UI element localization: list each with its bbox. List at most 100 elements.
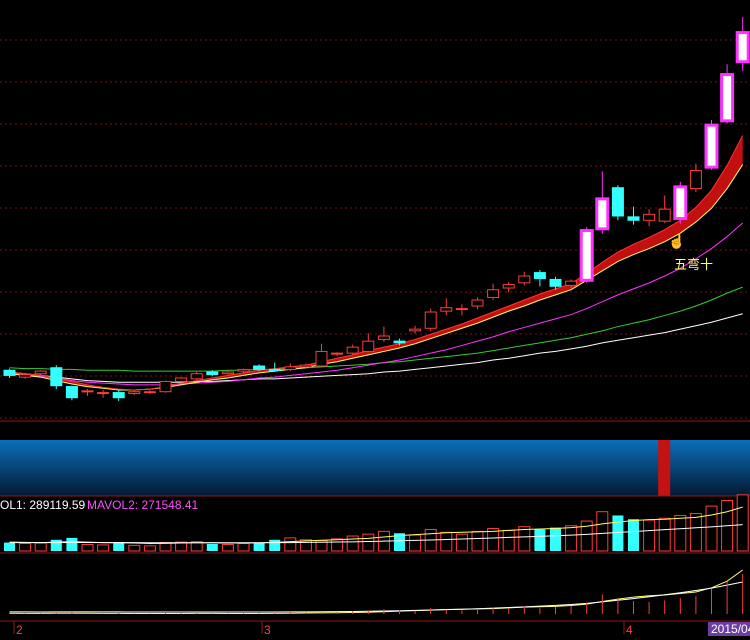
candle-body bbox=[611, 187, 624, 217]
volume-bar bbox=[113, 542, 125, 551]
candle-body bbox=[455, 308, 468, 311]
candle-body bbox=[128, 391, 141, 394]
volume-bar bbox=[705, 505, 718, 552]
candle-body bbox=[268, 368, 281, 371]
volume-bar bbox=[284, 537, 297, 552]
volume-bar bbox=[81, 543, 94, 552]
x-tick-label-3: 3 bbox=[264, 623, 271, 637]
candle-body bbox=[565, 280, 578, 286]
candle-body bbox=[159, 380, 172, 393]
volume-bar bbox=[550, 527, 561, 551]
volume-bar bbox=[471, 530, 484, 552]
candle-body bbox=[253, 365, 266, 370]
volume-bar bbox=[658, 517, 671, 552]
candle-body bbox=[673, 185, 688, 221]
volume-bar bbox=[518, 526, 531, 552]
ma-line bbox=[9, 164, 744, 391]
candle-body bbox=[533, 272, 546, 280]
volume-bar bbox=[689, 513, 702, 552]
candle-body bbox=[704, 123, 719, 169]
candle-body bbox=[409, 328, 422, 332]
volume-bar bbox=[143, 545, 156, 552]
volume-bar bbox=[237, 543, 250, 552]
vol-indicator-label: OL1: 289119.59 bbox=[0, 498, 86, 512]
volume-bar bbox=[331, 538, 344, 552]
candle-body bbox=[502, 284, 515, 289]
volume-bar bbox=[612, 515, 624, 551]
candle-body bbox=[549, 278, 562, 287]
volume-bar bbox=[253, 543, 265, 551]
candle-body bbox=[284, 366, 297, 370]
volume-bar bbox=[128, 544, 141, 552]
volume-bar bbox=[565, 525, 578, 552]
candle-body bbox=[97, 392, 110, 395]
candle-body bbox=[720, 73, 735, 123]
indicator-line bbox=[9, 569, 743, 615]
volume-bar bbox=[66, 537, 78, 551]
ma-line bbox=[9, 313, 743, 383]
volume-bar bbox=[269, 539, 281, 551]
x-tick-label-4: 4 bbox=[626, 623, 633, 637]
volume-bar bbox=[440, 531, 453, 552]
hand-cursor-icon: ☝ bbox=[668, 233, 686, 249]
volume-bar bbox=[50, 539, 62, 551]
volume-bar bbox=[409, 534, 422, 552]
volume-bar bbox=[346, 535, 359, 552]
volume-bar bbox=[97, 544, 110, 552]
cursor-date-label: 2015/04 bbox=[708, 622, 750, 636]
candle-body bbox=[143, 391, 156, 394]
candle-body bbox=[331, 352, 344, 355]
flow-highlight-bar bbox=[658, 440, 671, 496]
candle-body bbox=[643, 213, 656, 221]
candle-body bbox=[65, 386, 78, 399]
candle-body bbox=[487, 289, 500, 298]
candle-body bbox=[518, 275, 531, 284]
candle-body bbox=[237, 368, 250, 372]
volume-bar bbox=[502, 529, 515, 552]
candle-body bbox=[315, 350, 328, 367]
candle-body bbox=[689, 170, 702, 190]
candle-body bbox=[81, 390, 94, 393]
candle-body bbox=[190, 373, 203, 380]
candle-body bbox=[19, 374, 32, 378]
candle-body bbox=[579, 229, 594, 282]
x-tick-label-2: 2 bbox=[16, 623, 23, 637]
chart-canvas[interactable] bbox=[0, 0, 750, 640]
ma-ribbon bbox=[9, 135, 743, 390]
candle-body bbox=[377, 335, 390, 340]
candle-body bbox=[627, 216, 640, 221]
candle-body bbox=[34, 370, 47, 375]
candle-body bbox=[393, 340, 406, 344]
volume-bar bbox=[362, 533, 375, 552]
volume-bar bbox=[596, 511, 609, 552]
volume-bar bbox=[4, 542, 15, 551]
candle-body bbox=[299, 364, 312, 368]
volume-bar bbox=[534, 529, 546, 551]
candle-body bbox=[175, 377, 188, 382]
candle-body bbox=[658, 208, 671, 222]
mavol2-indicator-label: MAVOL2: 271548.41 bbox=[87, 498, 199, 512]
volume-bar bbox=[628, 519, 639, 551]
volume-bar bbox=[34, 542, 47, 552]
candle-body bbox=[221, 371, 234, 375]
volume-bar bbox=[455, 533, 468, 552]
candle-body bbox=[595, 197, 610, 231]
candle-body bbox=[346, 346, 359, 354]
volume-bar bbox=[674, 514, 687, 552]
candle-body bbox=[362, 340, 375, 352]
candle-body bbox=[206, 371, 219, 376]
volume-bar bbox=[736, 494, 749, 552]
candle-body bbox=[440, 307, 453, 312]
candle-body bbox=[424, 311, 437, 329]
volume-bar bbox=[19, 543, 32, 552]
candle-body bbox=[3, 369, 16, 376]
volume-bar bbox=[206, 543, 218, 551]
candle-body bbox=[112, 392, 125, 399]
candle-body bbox=[735, 31, 750, 64]
volume-bar bbox=[221, 543, 234, 552]
candle-body bbox=[471, 299, 484, 307]
flow-band bbox=[0, 440, 750, 496]
chart-annotation: 五弯十 bbox=[674, 257, 714, 272]
stock-chart-window: OL1: 289119.59 MAVOL2: 271548.41 五弯十 2 3… bbox=[0, 0, 750, 640]
ma-line bbox=[9, 286, 743, 372]
